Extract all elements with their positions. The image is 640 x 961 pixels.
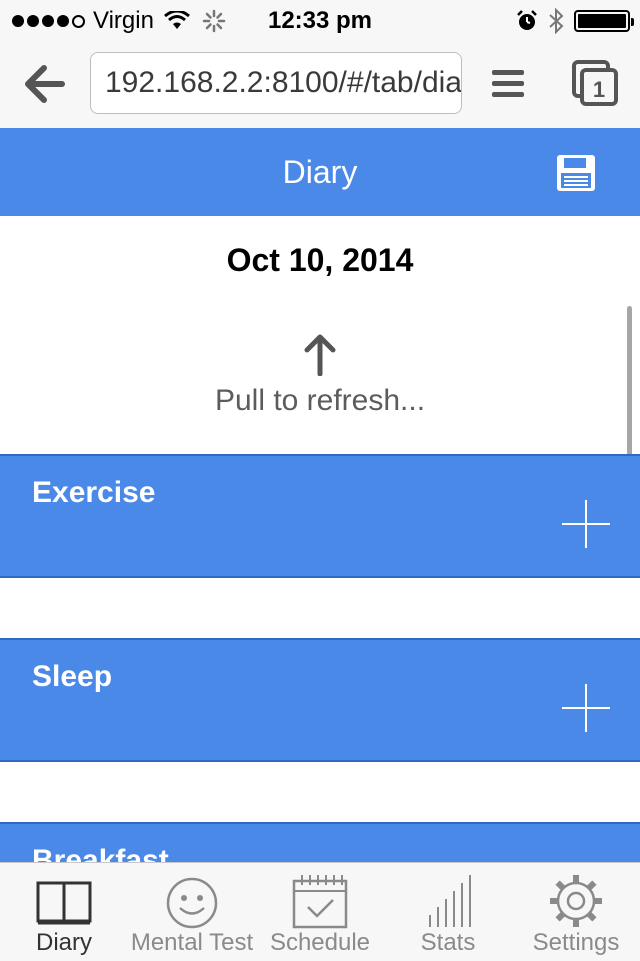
tab-schedule[interactable]: Schedule <box>256 863 384 961</box>
tab-settings[interactable]: Settings <box>512 863 640 961</box>
back-arrow-icon[interactable] <box>22 64 66 104</box>
save-icon[interactable] <box>556 154 596 192</box>
tab-label: Schedule <box>269 929 371 956</box>
tabs-icon[interactable]: 1 <box>572 60 618 106</box>
tab-label: Settings <box>532 929 620 956</box>
pull-to-refresh-text: Pull to refresh... <box>214 384 426 417</box>
add-exercise-icon[interactable] <box>562 500 610 548</box>
app-header: Diary <box>0 128 640 216</box>
pull-to-refresh: Pull to refresh... <box>0 304 640 454</box>
stats-bars-icon <box>429 875 471 927</box>
tab-bar: Diary Mental Test Schedule Stats Setting… <box>0 862 640 961</box>
book-icon <box>36 881 92 925</box>
smiley-icon <box>166 877 218 929</box>
diary-date[interactable]: Oct 10, 2014 <box>0 216 640 305</box>
tab-diary[interactable]: Diary <box>0 863 128 961</box>
status-right <box>516 8 634 34</box>
status-bar: Virgin 12:33 pm <box>0 0 640 40</box>
tab-label: Stats <box>420 929 476 956</box>
tab-label: Mental Test <box>130 929 254 956</box>
tab-mental-test[interactable]: Mental Test <box>128 863 256 961</box>
browser-toolbar: 192.168.2.2:8100/#/tab/diary 1 <box>0 40 640 129</box>
menu-icon[interactable] <box>492 70 524 98</box>
page-title: Diary <box>282 154 358 190</box>
tab-label: Diary <box>35 929 92 956</box>
scroll-indicator <box>627 306 632 466</box>
section-exercise[interactable]: Exercise <box>0 454 640 578</box>
alarm-icon <box>517 10 537 30</box>
tab-count: 1 <box>593 77 605 102</box>
gear-icon <box>550 875 602 927</box>
bluetooth-icon <box>549 8 564 34</box>
url-field[interactable]: 192.168.2.2:8100/#/tab/diary <box>90 52 462 114</box>
calendar-check-icon <box>292 875 348 929</box>
tab-stats[interactable]: Stats <box>384 863 512 961</box>
add-sleep-icon[interactable] <box>562 684 610 732</box>
section-sleep[interactable]: Sleep <box>0 638 640 762</box>
section-title: Sleep <box>32 660 113 693</box>
arrow-up-icon <box>304 334 336 376</box>
battery-icon <box>574 10 634 32</box>
section-title: Exercise <box>32 476 156 509</box>
